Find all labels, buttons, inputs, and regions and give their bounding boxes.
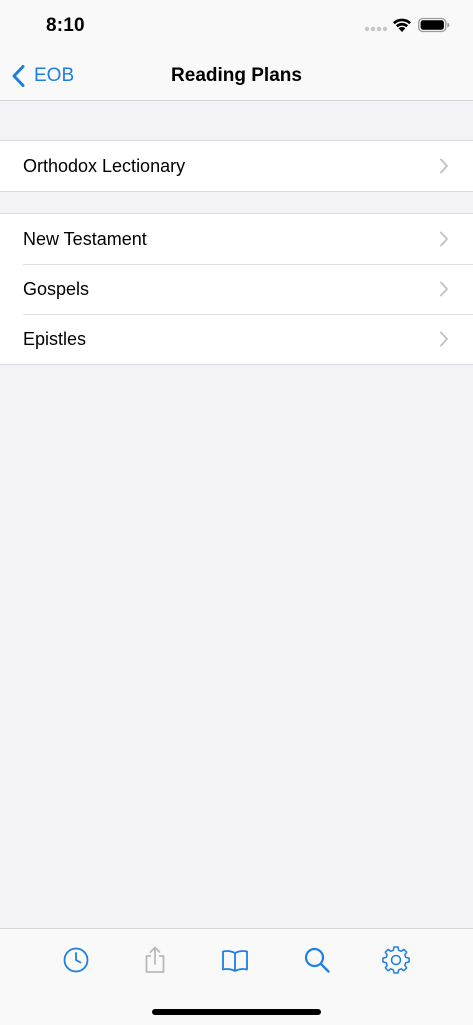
lectionary-section: Orthodox Lectionary: [0, 140, 473, 192]
back-button-label: EOB: [34, 65, 75, 86]
back-button[interactable]: EOB: [10, 56, 74, 96]
gear-icon[interactable]: [381, 945, 411, 975]
status-time: 8:10: [46, 15, 85, 36]
list-item-epistles[interactable]: Epistles: [0, 314, 473, 364]
share-icon[interactable]: [140, 945, 170, 975]
wifi-icon: [393, 18, 411, 32]
list-item-label: New Testament: [23, 228, 147, 249]
list-item-label: Epistles: [23, 328, 87, 349]
chevron-right-icon: [440, 331, 448, 347]
list-item-label: Orthodox Lectionary: [23, 155, 186, 176]
cellular-signal-icon: [364, 26, 388, 32]
chevron-left-icon: [12, 65, 25, 87]
chevron-right-icon: [440, 231, 448, 247]
chevron-right-icon: [440, 281, 448, 297]
list-item-orthodox-lectionary[interactable]: Orthodox Lectionary: [0, 141, 473, 191]
book-icon[interactable]: [220, 945, 250, 975]
list-item-new-testament[interactable]: New Testament: [0, 214, 473, 264]
chevron-right-icon: [440, 158, 448, 174]
battery-icon: [418, 17, 450, 33]
plans-section: New Testament Gospels Epistles: [0, 213, 473, 365]
list-item-gospels[interactable]: Gospels: [0, 264, 473, 314]
clock-icon[interactable]: [61, 945, 91, 975]
list-item-label: Gospels: [23, 278, 90, 299]
home-indicator: [152, 1009, 321, 1015]
status-bar: 8:10: [0, 0, 473, 52]
search-icon[interactable]: [302, 945, 332, 975]
navigation-bar: EOB Reading Plans: [0, 52, 473, 101]
